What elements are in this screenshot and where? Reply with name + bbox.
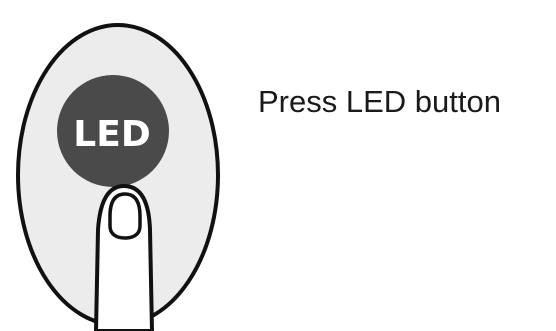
led-button-label: LED [73, 114, 150, 155]
led-press-illustration: LED [16, 23, 220, 331]
finger-icon [94, 184, 154, 331]
instruction-text: Press LED button [258, 84, 501, 119]
led-button[interactable]: LED [57, 75, 169, 187]
fingernail [108, 192, 142, 240]
